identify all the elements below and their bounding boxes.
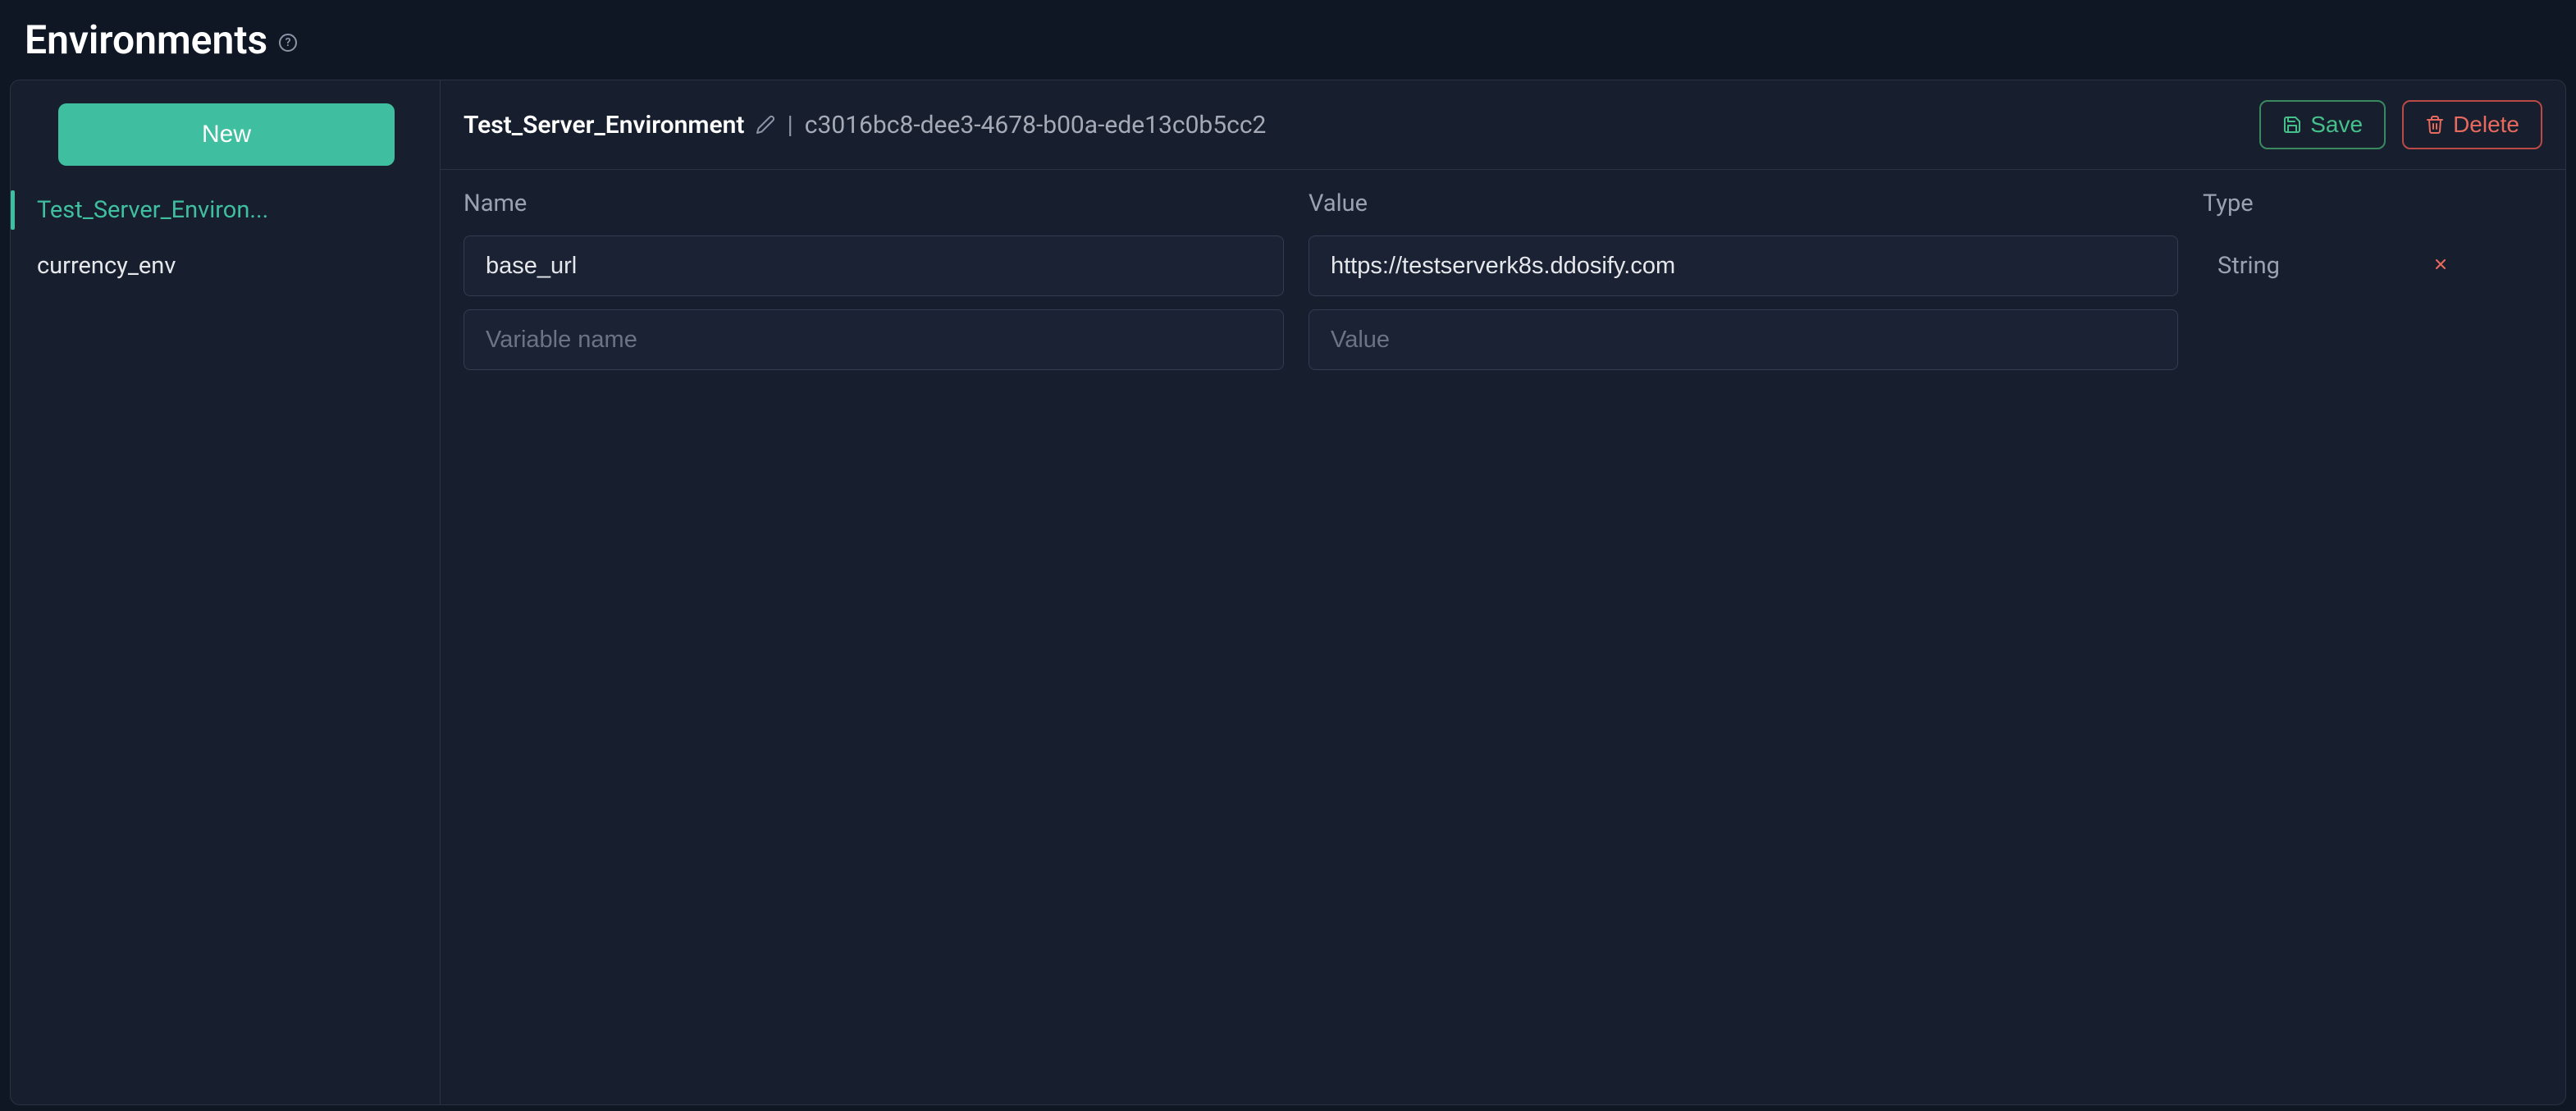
- help-icon[interactable]: ?: [279, 34, 297, 52]
- sidebar: New Test_Server_Environ... currency_env: [11, 80, 441, 1104]
- new-variable-value-input[interactable]: [1309, 309, 2178, 370]
- variable-name-input[interactable]: [464, 235, 1284, 296]
- column-header-spacer: [2416, 206, 2465, 207]
- main-content: Test_Server_Environment | c3016bc8-dee3-…: [441, 80, 2565, 1104]
- pencil-icon[interactable]: [756, 115, 775, 135]
- empty-type-cell: [2203, 340, 2391, 341]
- environment-header: Test_Server_Environment | c3016bc8-dee3-…: [441, 80, 2565, 170]
- page-title: Environments: [25, 16, 267, 63]
- save-button-label: Save: [2310, 112, 2363, 138]
- column-header-type: Type: [2203, 190, 2391, 222]
- sidebar-item-label: currency_env: [37, 252, 176, 280]
- column-header-name: Name: [464, 190, 1284, 222]
- empty-action-cell: [2416, 340, 2465, 341]
- header-actions: Save Delete: [2259, 100, 2542, 149]
- environment-title-area: Test_Server_Environment | c3016bc8-dee3-…: [464, 111, 1266, 139]
- environment-name: Test_Server_Environment: [464, 111, 744, 139]
- environments-panel: New Test_Server_Environ... currency_env …: [10, 80, 2566, 1105]
- remove-variable-icon[interactable]: [2416, 254, 2465, 277]
- variable-type: String: [2203, 252, 2391, 280]
- sidebar-item-test-server-environment[interactable]: Test_Server_Environ...: [11, 184, 417, 236]
- environment-list: Test_Server_Environ... currency_env: [11, 184, 417, 292]
- separator: |: [787, 111, 792, 139]
- variables-area: Name Value Type String: [441, 170, 2565, 390]
- save-button[interactable]: Save: [2259, 100, 2386, 149]
- environment-id: c3016bc8-dee3-4678-b00a-ede13c0b5cc2: [805, 111, 1267, 139]
- save-icon: [2282, 115, 2302, 135]
- new-variable-name-input[interactable]: [464, 309, 1284, 370]
- column-header-value: Value: [1309, 190, 2178, 222]
- variables-grid: Name Value Type String: [464, 190, 2542, 370]
- delete-button[interactable]: Delete: [2402, 100, 2542, 149]
- variable-value-input[interactable]: [1309, 235, 2178, 296]
- new-environment-button[interactable]: New: [58, 103, 395, 166]
- trash-icon: [2425, 115, 2445, 135]
- page-header: Environments ?: [0, 0, 2576, 80]
- sidebar-item-currency-env[interactable]: currency_env: [11, 240, 417, 292]
- sidebar-item-label: Test_Server_Environ...: [37, 196, 268, 224]
- delete-button-label: Delete: [2453, 112, 2519, 138]
